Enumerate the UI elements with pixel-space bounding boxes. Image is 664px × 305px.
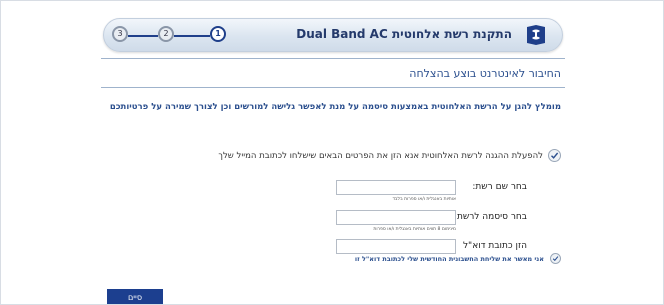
header-bar: 3 2 1 התקנת רשת אלחוטית Dual Band AC xyxy=(103,18,563,52)
agree-checkbox-icon[interactable] xyxy=(550,253,561,264)
finish-button[interactable]: סיים xyxy=(107,289,163,304)
email-input[interactable] xyxy=(336,239,456,254)
page-title: התקנת רשת אלחוטית Dual Band AC xyxy=(296,27,512,41)
setup-page: 3 2 1 התקנת רשת אלחוטית Dual Band AC החי… xyxy=(0,0,664,305)
checkmark-icon xyxy=(548,149,561,162)
step-connector xyxy=(174,35,210,37)
password-input[interactable] xyxy=(336,210,456,225)
intro-text: מומלץ להגן על הרשת האלחוטית באמצעות סיסמ… xyxy=(109,102,561,112)
heading-divider xyxy=(101,87,565,88)
progress-steps: 3 2 1 xyxy=(112,25,234,47)
router-logo-icon xyxy=(524,24,548,46)
success-heading: החיבור לאינטרנט בוצע בהצלחה xyxy=(409,67,561,80)
step-3: 3 xyxy=(112,26,128,42)
network-name-label: בחר שם רשת: xyxy=(472,182,527,192)
step-1-current: 1 xyxy=(210,26,226,42)
instruction-row: להפעלת ההגנה לרשת האלחוטית אנא הזן את הפ… xyxy=(218,149,561,162)
password-label: בחר סיסמה לרשת: xyxy=(453,212,527,222)
network-name-input[interactable] xyxy=(336,180,456,195)
step-2: 2 xyxy=(158,26,174,42)
email-label: הזן כתובת דוא"ל xyxy=(462,241,527,251)
header-divider xyxy=(101,58,565,59)
network-name-hint: אותיות באנגלית ו/או ספרות בלבד xyxy=(392,197,456,202)
agree-label: אני מאשר את שליחת החשבונית החודשית שלי ל… xyxy=(354,254,544,263)
password-hint: מינימום 8 תווים אותיות באנגלית ו/או ספרו… xyxy=(373,227,456,232)
agree-row[interactable]: אני מאשר את שליחת החשבונית החודשית שלי ל… xyxy=(355,253,561,264)
instruction-text: להפעלת ההגנה לרשת האלחוטית אנא הזן את הפ… xyxy=(218,150,543,161)
step-connector xyxy=(128,35,158,37)
